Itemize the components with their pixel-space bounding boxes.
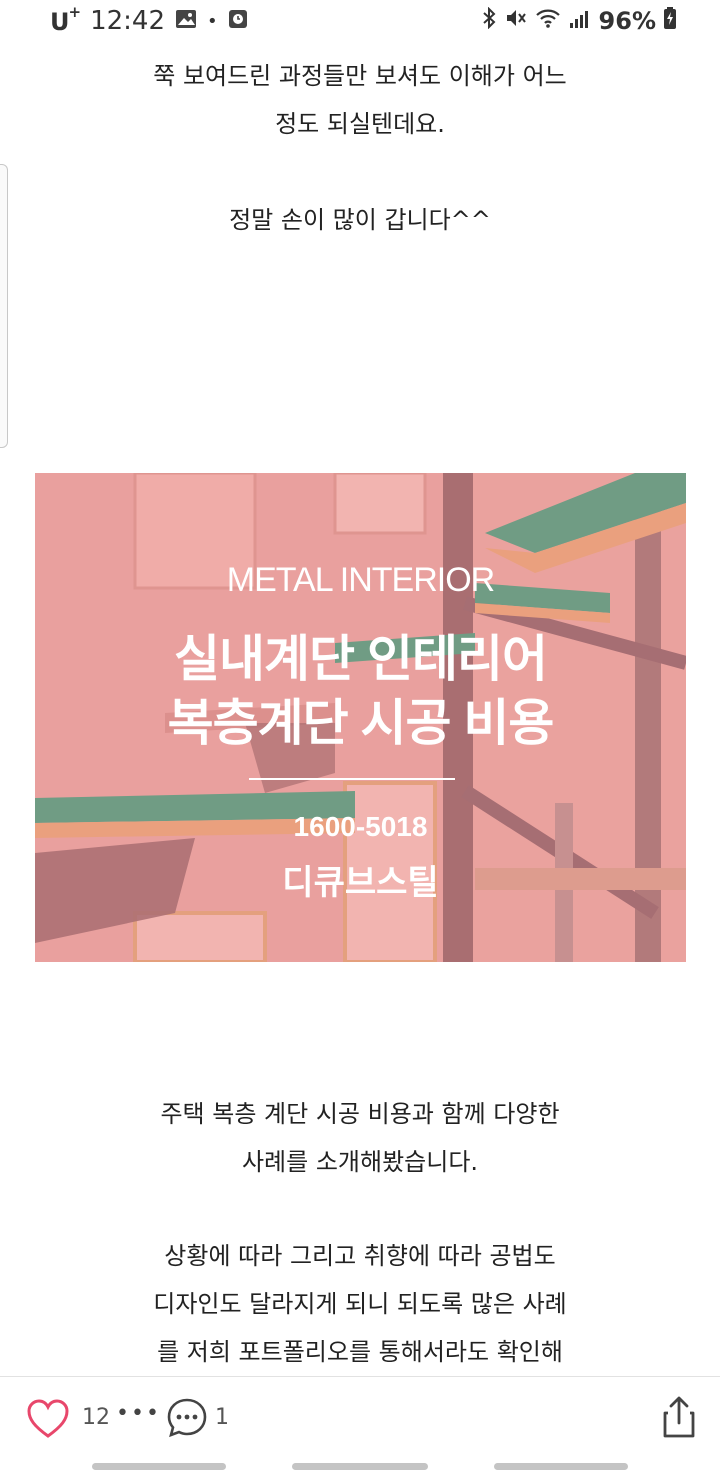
gesture-hint-recents[interactable] xyxy=(494,1463,628,1470)
gesture-hint-home[interactable] xyxy=(292,1463,428,1470)
status-bar-left: U+ 12:42 • xyxy=(50,2,248,36)
comment-count[interactable]: 1 xyxy=(215,1405,229,1430)
likers-more-button[interactable]: ••• xyxy=(116,1401,161,1426)
article-paragraph-2: 정말 손이 많이 갑니다^^ xyxy=(0,196,720,244)
article-paragraph-4: 상황에 따라 그리고 취향에 따라 공법도 디자인도 달라지게 되니 되도록 많… xyxy=(0,1232,720,1376)
text-line: 쭉 보여드린 과정들만 보셔도 이해가 어느 xyxy=(153,62,567,90)
gesture-hint-back[interactable] xyxy=(92,1463,226,1470)
banner-image[interactable]: METAL INTERIOR 실내계단 인테리어 복층계단 시공 비용 1600… xyxy=(35,473,686,962)
separator-dot: • xyxy=(207,10,218,32)
status-bar-right: 96% xyxy=(481,6,676,35)
banner-brand: 디큐브스틸 xyxy=(282,864,439,902)
heart-icon[interactable] xyxy=(26,1399,70,1439)
carrier-label: U+ xyxy=(50,2,81,36)
text-line: 사례를 소개해봤습니다. xyxy=(241,1148,479,1176)
post-action-bar: 12 ••• 1 xyxy=(0,1376,720,1460)
article-paragraph-1: 쭉 보여드린 과정들만 보셔도 이해가 어느 정도 되실텐데요. xyxy=(0,52,720,148)
banner-subtitle: METAL INTERIOR xyxy=(226,561,495,599)
share-icon[interactable] xyxy=(660,1395,698,1439)
text-line: 디자인도 달라지게 되니 되도록 많은 사례 xyxy=(153,1290,567,1318)
like-count[interactable]: 12 xyxy=(82,1405,110,1430)
bluetooth-icon xyxy=(481,6,497,35)
wifi-icon xyxy=(535,7,561,35)
mute-icon xyxy=(505,7,527,35)
text-line: 정말 손이 많이 갑니다^^ xyxy=(229,206,491,234)
text-line: 상황에 따라 그리고 취향에 따라 공법도 xyxy=(164,1242,556,1270)
battery-charging-icon xyxy=(664,7,676,35)
gallery-icon xyxy=(175,6,197,36)
text-line: 를 저희 포트폴리오를 통해서라도 확인해 xyxy=(157,1338,563,1366)
banner-phone: 1600-5018 xyxy=(293,811,428,842)
text-line: 주택 복층 계단 시공 비용과 함께 다양한 xyxy=(160,1100,560,1128)
article-paragraph-3: 주택 복층 계단 시공 비용과 함께 다양한 사례를 소개해봤습니다. xyxy=(0,1090,720,1186)
text-line: 정도 되실텐데요. xyxy=(275,110,445,138)
banner-title-line-1: 실내계단 인테리어 xyxy=(174,631,548,687)
alarm-icon xyxy=(228,6,248,36)
banner-text-overlay: METAL INTERIOR 실내계단 인테리어 복층계단 시공 비용 1600… xyxy=(35,473,686,962)
battery-percent: 96% xyxy=(598,7,656,35)
comment-icon[interactable] xyxy=(166,1397,208,1439)
signal-icon xyxy=(569,7,591,35)
banner-title-line-2: 복층계단 시공 비용 xyxy=(167,695,555,751)
banner-divider xyxy=(249,778,455,780)
clock: 12:42 xyxy=(90,6,166,36)
status-bar: U+ 12:42 • 96% xyxy=(0,0,720,44)
